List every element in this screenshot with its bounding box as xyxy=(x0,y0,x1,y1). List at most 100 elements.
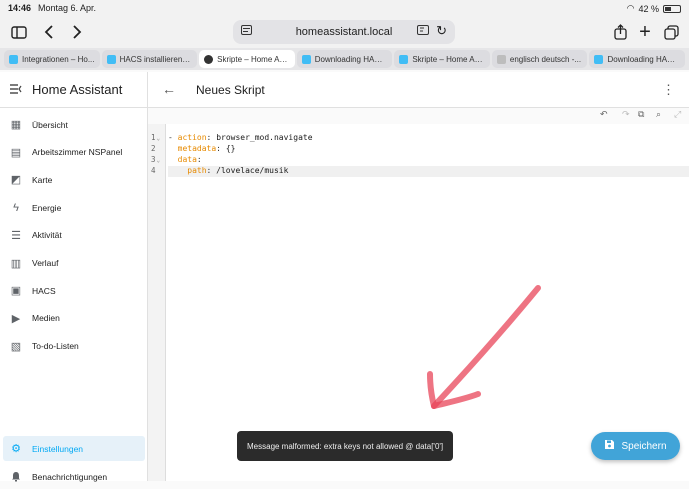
code-separator: : xyxy=(206,133,217,142)
home-assistant-icon xyxy=(399,54,409,64)
list-icon: ☰ xyxy=(11,229,21,242)
search-icon[interactable]: ⌕ xyxy=(656,109,661,120)
sidebar-item-aktivität[interactable]: ☰ Aktivität xyxy=(0,223,148,248)
yaml-key: metadata xyxy=(177,144,217,153)
browser-tab[interactable]: Downloading HACS... xyxy=(589,50,686,68)
generic-page-icon xyxy=(496,54,506,64)
hacs-icon: ▣ xyxy=(10,285,22,298)
fold-icon[interactable]: ⌄ xyxy=(157,135,161,142)
floppy-icon xyxy=(604,439,615,453)
battery-percent: 42 % xyxy=(638,3,659,14)
tab-title: Skripte – Home As... xyxy=(412,54,485,64)
battery-fill xyxy=(665,6,671,11)
browser-tab[interactable]: Skripte – Home As... xyxy=(199,50,295,68)
code-separator: : xyxy=(196,155,202,164)
page-header: ← Neues Skript ⋮ xyxy=(148,72,689,108)
sidebar-item-arbeitszimmer-nspanel[interactable]: ▤ Arbeitszimmer NSPanel xyxy=(0,140,148,165)
code-area[interactable]: - action: browser_mod.navigate metadata:… xyxy=(168,133,689,177)
share-icon[interactable] xyxy=(611,20,629,44)
date: Montag 6. Apr. xyxy=(38,3,97,13)
code-line[interactable]: path: /lovelace/musik xyxy=(168,166,689,177)
ha-sidebar: Home Assistant ▦ Übersicht ▤ Arbeitszimmer … xyxy=(0,72,148,482)
sidebar-item-to-do-listen[interactable]: ▧ To-do-Listen xyxy=(0,334,148,359)
code-line[interactable]: data: xyxy=(168,155,689,166)
status-indicators: ◠ 42 % xyxy=(627,3,681,14)
status-bar: 14:46 Montag 6. Apr. ◠ 42 % xyxy=(0,0,689,16)
sidebar-item-medien[interactable]: ▶ Medien xyxy=(0,306,148,331)
sidebar-item-label: To-do-Listen xyxy=(32,341,79,352)
save-button[interactable]: Speichern xyxy=(591,432,680,460)
browser-tab[interactable]: Integrationen – Ho... xyxy=(4,50,100,68)
save-label: Speichern xyxy=(621,440,667,452)
redo-icon[interactable]: ↷ xyxy=(622,109,630,120)
sidebar-item-label: HACS xyxy=(32,285,56,296)
map-icon: ◩ xyxy=(10,174,22,187)
yaml-editor[interactable]: 1⌄ 2 3⌄ 4 - action: browser_mod.navigate… xyxy=(148,124,689,481)
back-arrow-icon[interactable]: ← xyxy=(162,81,176,97)
copy-icon[interactable]: ⧉ xyxy=(638,109,644,120)
home-assistant-icon xyxy=(301,54,311,64)
sidebar-header: Home Assistant xyxy=(0,72,147,108)
tab-title: Integrationen – Ho... xyxy=(22,54,95,64)
undo-icon[interactable]: ↶ xyxy=(600,109,608,120)
battery-icon xyxy=(663,4,681,13)
sidebar-item-verlauf[interactable]: ▥ Verlauf xyxy=(0,251,148,276)
yaml-key: action xyxy=(177,133,207,142)
line-number: 2 xyxy=(151,144,156,153)
sidebar-toggle-icon[interactable] xyxy=(10,20,28,44)
browser-tab[interactable]: englisch deutsch -... xyxy=(491,50,588,68)
dashboard-icon: ▦ xyxy=(10,119,22,131)
sidebar-item-label: Verlauf xyxy=(32,258,59,268)
menu-icon[interactable] xyxy=(10,82,32,97)
new-tab-icon[interactable]: + xyxy=(636,20,654,44)
sidebar-item-übersicht[interactable]: ▦ Übersicht xyxy=(0,112,148,137)
page-title: Neues Skript xyxy=(196,83,265,97)
sidebar-item-karte[interactable]: ◩ Karte xyxy=(0,167,148,192)
sidebar-item-hacs[interactable]: ▣ HACS xyxy=(0,278,148,303)
sidebar-item-label: Aktivität xyxy=(32,230,62,241)
reload-icon[interactable]: ↻ xyxy=(436,23,447,39)
forward-icon[interactable] xyxy=(68,20,86,44)
tab-title: englisch deutsch -... xyxy=(509,54,582,64)
reader-icon[interactable] xyxy=(417,24,429,38)
home-assistant-icon xyxy=(594,54,604,64)
close-icon[interactable] xyxy=(204,54,214,64)
code-line[interactable]: - action: browser_mod.navigate xyxy=(168,133,689,144)
chart-icon: ▥ xyxy=(10,257,22,270)
tab-title: Downloading HACS... xyxy=(607,54,681,64)
sidebar-item-label: Übersicht xyxy=(32,119,68,130)
expand-icon[interactable]: ⤢ xyxy=(674,109,681,120)
back-icon[interactable] xyxy=(40,20,58,44)
browser-tab[interactable]: Downloading HACS... xyxy=(296,50,393,68)
yaml-key: data xyxy=(177,155,197,164)
more-vert-icon[interactable]: ⋮ xyxy=(662,82,675,98)
yaml-value: browser_mod.navigate xyxy=(216,133,313,142)
annotation-arrow xyxy=(427,285,541,409)
sidebar-item-label: Einstellungen xyxy=(32,443,84,454)
sidebar-item-notifications[interactable]: Benachrichtigungen xyxy=(0,464,148,489)
app-title: Home Assistant xyxy=(32,82,123,97)
tab-title: Downloading HACS... xyxy=(314,54,388,64)
media-icon: ▶ xyxy=(11,312,21,325)
line-gutter: 1⌄ 2 3⌄ 4 xyxy=(148,124,166,481)
browser-tab[interactable]: Skripte – Home As... xyxy=(394,50,490,68)
editor-toolbar: ↶ ↷ ⧉ ⌕ ⤢ xyxy=(148,108,689,124)
fold-icon[interactable]: ⌄ xyxy=(157,157,161,164)
sidebar-item-energie[interactable]: ϟ Energie xyxy=(0,195,148,220)
lightning-icon: ϟ xyxy=(13,201,19,214)
address-bar[interactable]: homeassistant.local ↻ xyxy=(233,20,455,44)
sidebar-item-label: Karte xyxy=(32,174,53,185)
hacs-icon xyxy=(106,54,116,64)
browser-tab[interactable]: HACS installieren –... xyxy=(101,50,198,68)
sidebar-item-label: Medien xyxy=(32,313,60,324)
sidebar-item-settings[interactable]: ⚙ Einstellungen xyxy=(3,436,145,461)
code-line[interactable]: metadata: {} xyxy=(168,144,689,155)
page-menu-icon[interactable] xyxy=(241,25,252,38)
line-number: 3⌄ xyxy=(151,155,161,164)
tabs-overview-icon[interactable] xyxy=(662,20,680,44)
line-number: 1⌄ xyxy=(151,133,161,142)
sidebar-item-label: Energie xyxy=(32,202,62,213)
